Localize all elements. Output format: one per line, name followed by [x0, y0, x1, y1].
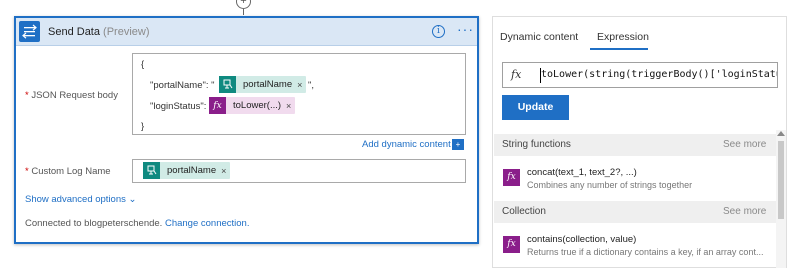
connected-text: Connected to blogpeterschende.	[25, 218, 163, 229]
dynamic-content-panel: Dynamic content Expression fx toLower(st…	[492, 16, 787, 268]
section-title: String functions	[502, 139, 571, 150]
expression-value: toLower(string(triggerBody()['loginStatu…	[541, 69, 778, 80]
section-header-string-functions: String functions See more	[494, 134, 776, 156]
function-description: Combines any number of strings together	[527, 180, 693, 190]
change-connection-link[interactable]: Change connection.	[165, 218, 250, 229]
card-title-preview: (Preview)	[103, 26, 150, 38]
add-dynamic-content-icon[interactable]: +	[452, 139, 464, 150]
remove-token-icon[interactable]: ×	[286, 101, 295, 111]
json-open-brace: {	[141, 59, 145, 70]
chevron-down-icon: ⌄	[128, 194, 137, 205]
scrollbar-thumb[interactable]	[778, 141, 784, 219]
see-more-link[interactable]: See more	[723, 139, 766, 150]
json-login-key: "loginStatus":	[150, 101, 207, 112]
card-header[interactable]: Send Data (Preview) i ···	[16, 18, 477, 46]
more-options-icon[interactable]: ···	[457, 21, 474, 37]
function-name: concat(text_1, text_2?, ...)	[527, 167, 637, 178]
remove-token-icon[interactable]: ×	[297, 80, 306, 90]
expression-input[interactable]: fx toLower(string(triggerBody()['loginSt…	[502, 62, 778, 88]
portal-name-token-label: portalName	[243, 79, 293, 90]
insert-step-icon[interactable]: +	[236, 0, 251, 9]
json-request-label: * JSON Request body	[25, 90, 118, 101]
fx-icon: fx	[511, 68, 522, 81]
tab-dynamic-content[interactable]: Dynamic content	[500, 31, 578, 43]
function-name: contains(collection, value)	[527, 234, 637, 245]
custom-log-label: * Custom Log Name	[25, 166, 111, 177]
portal-name-token-label: portalName	[167, 165, 217, 176]
portal-name-token[interactable]: portalName ×	[219, 76, 307, 93]
required-mark: *	[25, 90, 29, 101]
section-title: Collection	[502, 206, 546, 217]
active-tab-indicator	[590, 48, 648, 50]
portal-name-token[interactable]: portalName ×	[143, 162, 231, 179]
fx-icon: fx	[503, 236, 520, 253]
json-close-brace: }	[141, 121, 145, 132]
json-portal-suffix: ",	[308, 80, 315, 91]
fx-icon: fx	[503, 169, 520, 186]
scroll-up-arrow-icon[interactable]	[777, 131, 785, 136]
json-portal-key: "portalName": "	[150, 80, 215, 91]
json-request-label-text: JSON Request body	[31, 90, 118, 101]
show-advanced-options-link[interactable]: Show advanced options ⌄	[25, 194, 137, 205]
info-icon[interactable]: i	[432, 25, 445, 38]
show-advanced-label: Show advanced options	[25, 194, 126, 205]
required-mark: *	[25, 166, 29, 177]
connection-info: Connected to blogpeterschende. Change co…	[25, 218, 249, 229]
card-title-text: Send Data	[48, 26, 100, 38]
tab-expression[interactable]: Expression	[597, 31, 649, 43]
to-lower-token[interactable]: fx toLower(...) ×	[209, 97, 296, 114]
card-title: Send Data (Preview)	[48, 26, 150, 38]
to-lower-token-label: toLower(...)	[233, 100, 282, 111]
add-dynamic-content-link[interactable]: Add dynamic content	[362, 139, 451, 150]
function-description: Returns true if a dictionary contains a …	[527, 247, 764, 257]
section-header-collection: Collection See more	[494, 201, 776, 223]
json-request-editor[interactable]: { "portalName": " portalName × ", "login…	[132, 53, 466, 135]
see-more-link[interactable]: See more	[723, 206, 766, 217]
dynamic-content-icon	[143, 162, 160, 179]
update-button[interactable]: Update	[502, 95, 569, 120]
send-data-action-card: Send Data (Preview) i ··· * JSON Request…	[14, 16, 479, 244]
connector-line	[243, 9, 244, 15]
custom-log-label-text: Custom Log Name	[31, 166, 111, 177]
function-item-concat[interactable]: fx concat(text_1, text_2?, ...) Combines…	[494, 162, 776, 194]
dynamic-content-icon	[219, 76, 236, 93]
remove-token-icon[interactable]: ×	[221, 166, 230, 176]
fx-icon: fx	[209, 97, 226, 114]
send-data-icon	[19, 21, 40, 42]
custom-log-name-field[interactable]: portalName ×	[132, 159, 466, 183]
function-item-contains[interactable]: fx contains(collection, value) Returns t…	[494, 229, 776, 261]
